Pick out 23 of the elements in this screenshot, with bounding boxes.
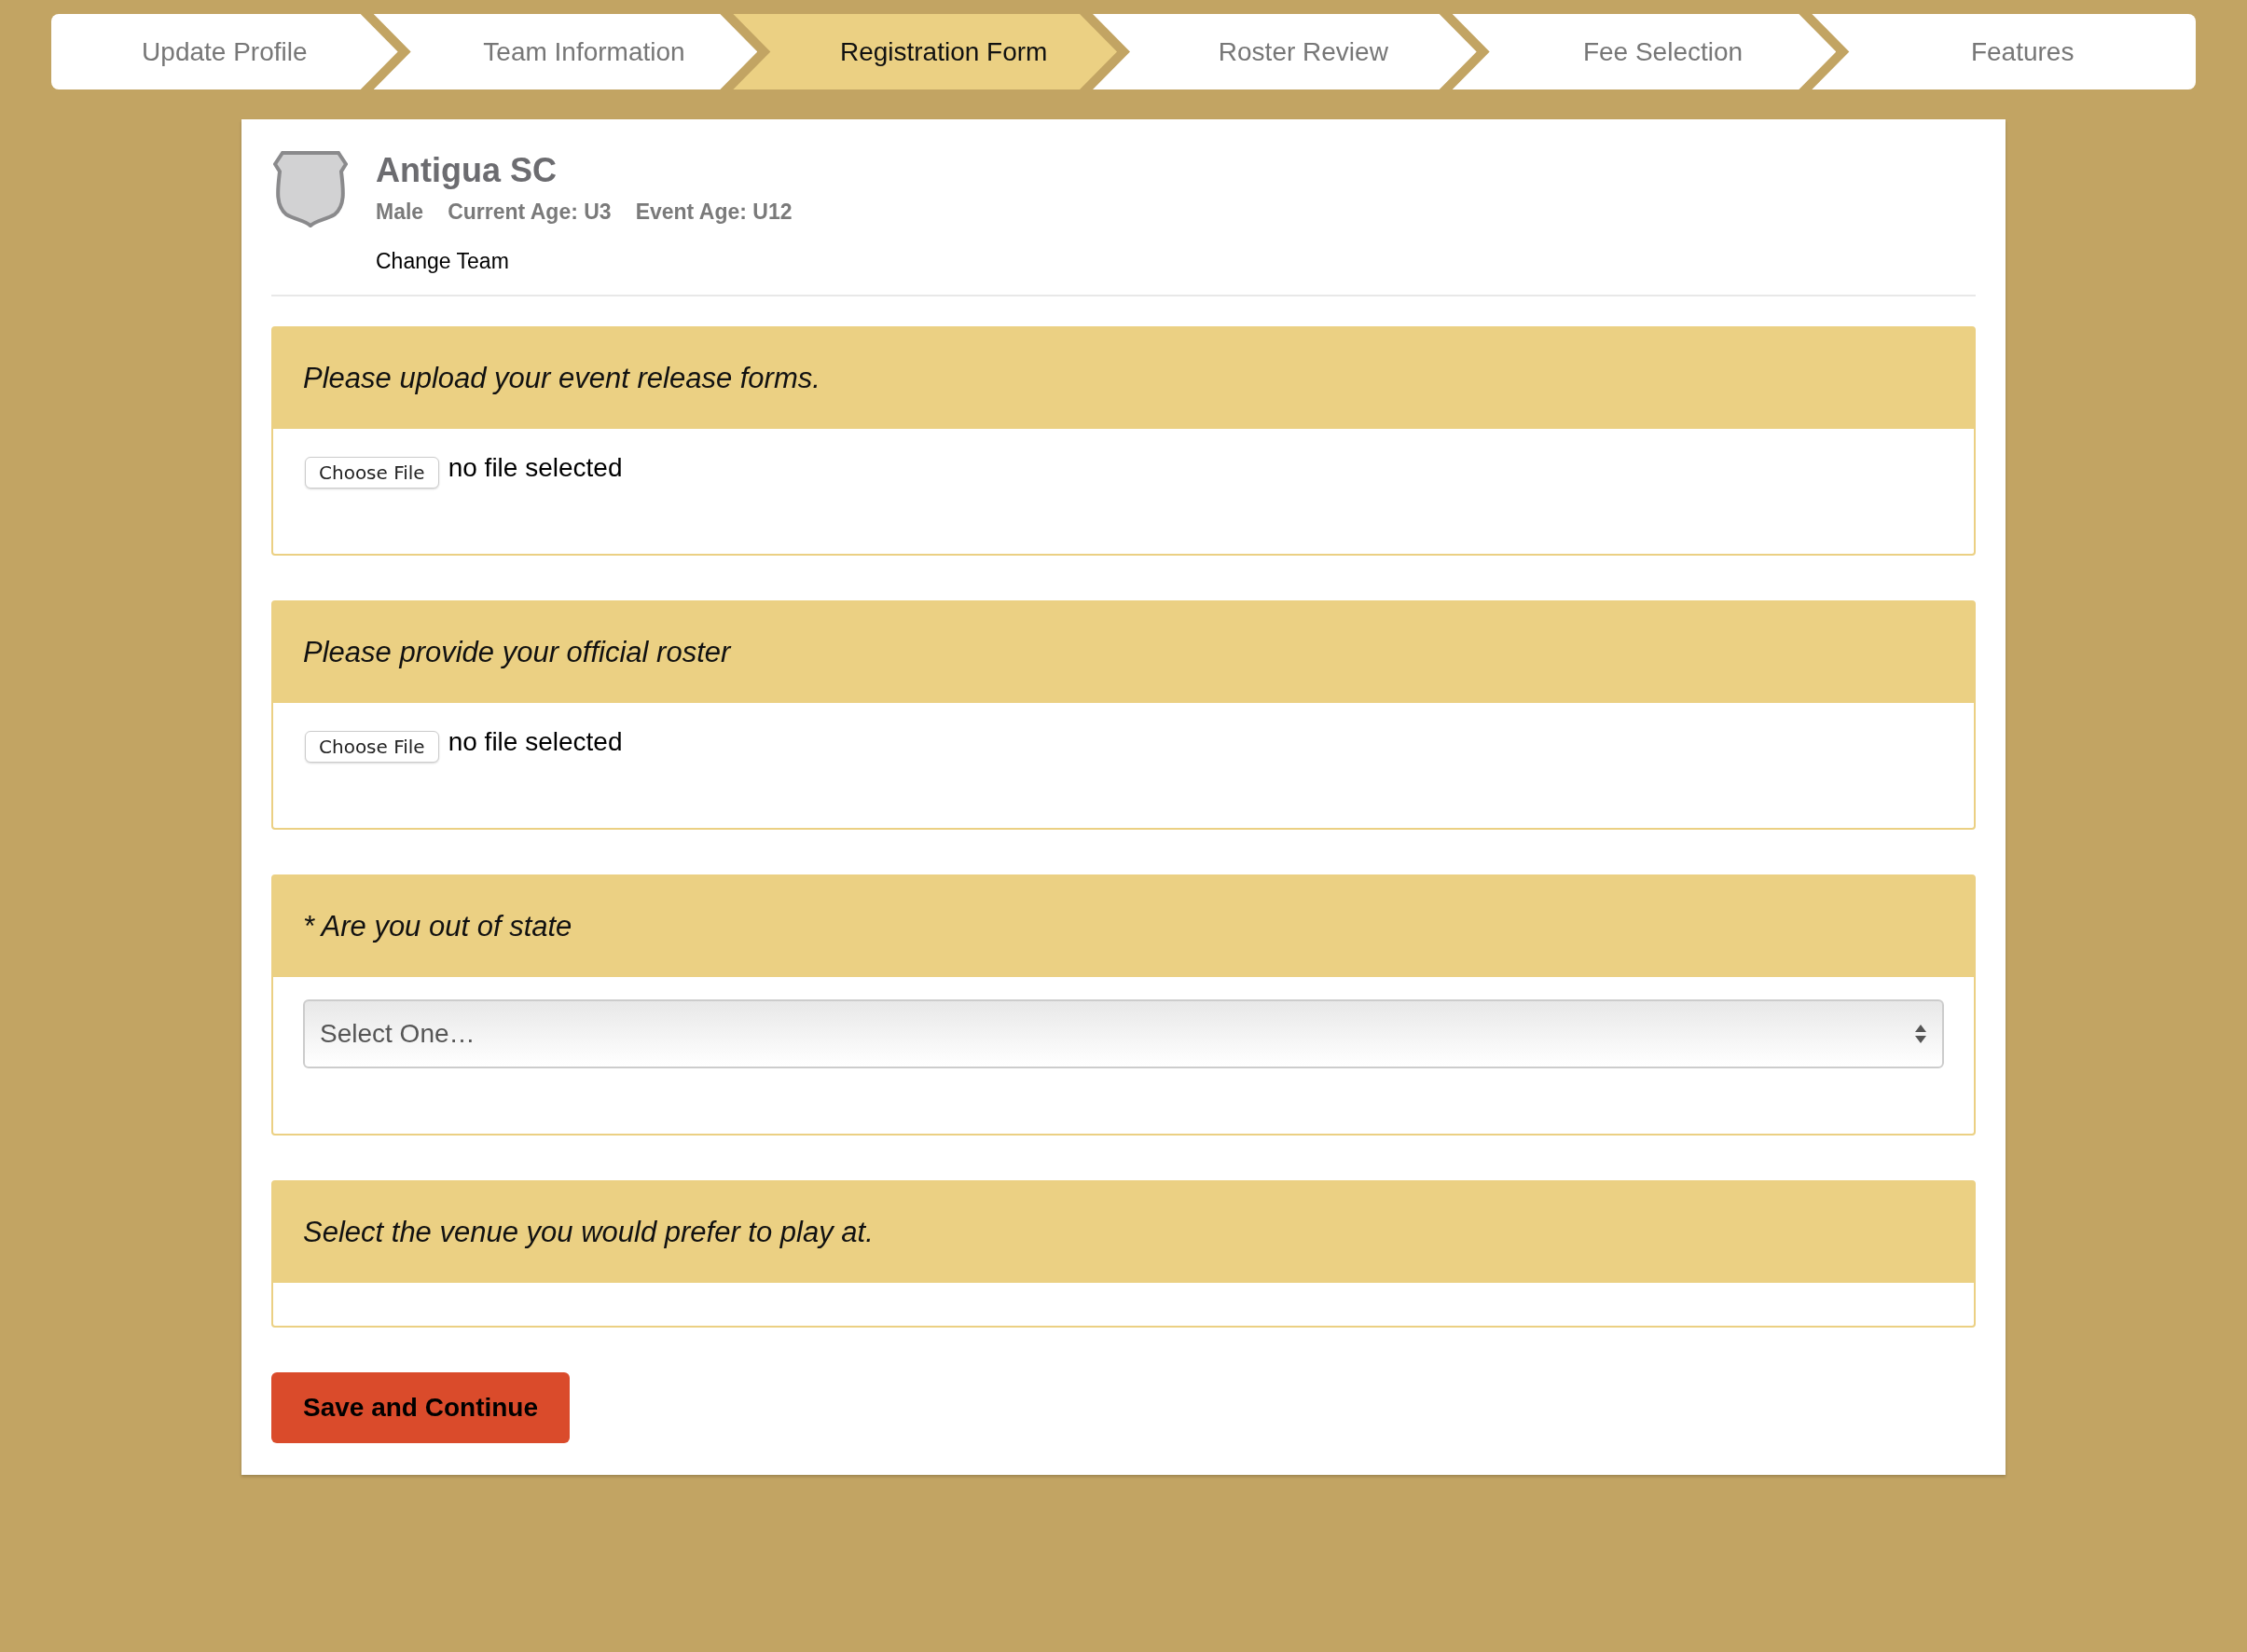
wizard-step[interactable]: Roster Review [1093,14,1477,89]
save-and-continue-button[interactable]: Save and Continue [271,1372,571,1443]
wizard-step[interactable]: Team Information [373,14,758,89]
panel-title: Please provide your official roster [303,636,731,669]
current-age: Current Age: U3 [448,200,612,225]
select-dropdown[interactable]: Select One… [303,999,1944,1068]
panel-title: * Are you out of state [303,910,572,943]
choose-file-button[interactable]: Choose File [305,457,439,489]
panel-title: Please upload your event release forms. [303,362,820,395]
shield-icon [273,151,348,227]
file-status: no file selected [448,727,623,757]
wizard-step[interactable]: Features [1812,14,2197,89]
wizard-step[interactable]: Update Profile [51,14,398,89]
file-status: no file selected [448,453,623,483]
change-team-link[interactable]: Change Team [376,249,509,274]
event-age: Event Age: U12 [635,200,793,225]
wizard-step[interactable]: Fee Selection [1452,14,1837,89]
team-name: Antigua SC [376,151,558,190]
wizard-step[interactable]: Registration Form [733,14,1117,89]
choose-file-button[interactable]: Choose File [305,731,439,763]
team-gender: Male [376,200,424,225]
panel-title: Select the venue you would prefer to play at. [303,1216,874,1249]
dropdown-arrows-icon [1914,1023,1927,1045]
